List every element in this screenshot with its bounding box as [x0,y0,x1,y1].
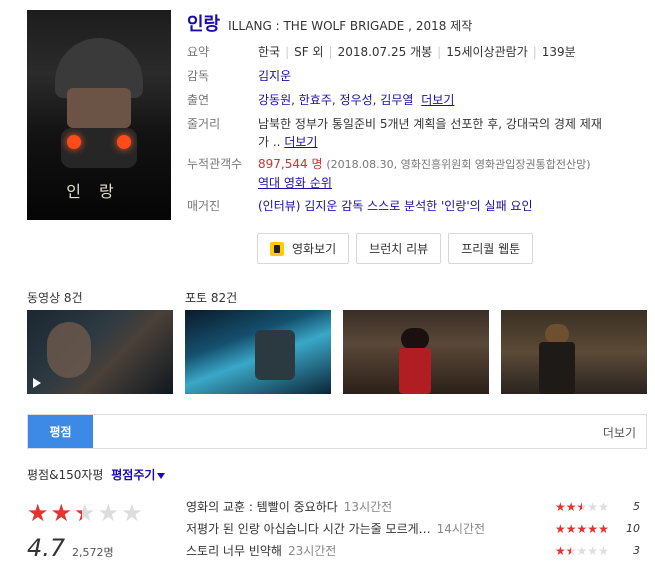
star-icon: ★★ [50,499,73,527]
star-icon: ★★ [576,544,588,558]
overall-stars: ★★★★★★★★★★ [27,501,143,525]
star-icon: ★★ [555,544,566,558]
summary-value: 한국 | SF 외 | 2018.07.25 개봉 | 15세이상관람가 | 139분 [258,45,576,59]
video-thumb-face [47,322,91,378]
write-rating-link[interactable]: 평점주기 [111,468,166,482]
overall-score: 4.7 [27,534,66,562]
photo2-hair [401,328,429,350]
star-icon: ★★ [565,500,577,514]
review-score: 3 [633,544,640,557]
rating-header: 평점&150자평 평점주기 [27,466,166,483]
photo-thumbnail-1[interactable] [185,310,331,394]
tab-rating[interactable]: 평점 [28,415,93,448]
summary-genre: SF 외 [294,45,324,59]
action-buttons: 영화보기 브런치 리뷰 프리퀄 웹툰 [257,233,534,264]
magazine-label: 매거진 [187,199,221,213]
photo2-red-coat [399,348,431,394]
photo3-figure [539,342,575,394]
director-link[interactable]: 김지운 [258,69,291,83]
review-stars: ★★★★★★★★★★ [555,541,609,561]
review-score: 10 [626,522,640,535]
prequel-webtoon-button[interactable]: 프리퀄 웹툰 [448,233,534,264]
star-icon: ★★ [565,522,577,536]
review-text[interactable]: 영화의 교훈 : 템빨이 중요하다 [186,500,338,514]
movie-poster[interactable]: 인랑 [27,10,171,220]
video-thumbnail[interactable] [27,310,173,394]
summary-country: 한국 [258,45,281,59]
photo-section-link[interactable]: 포토 82건 [185,289,237,306]
star-icon: ★★ [598,500,609,514]
audience-value: 897,544 명 [258,157,323,171]
movie-subtitle: ILLANG : THE WOLF BRIGADE , 2018 제작 [228,19,473,33]
review-row[interactable]: 영화의 교훈 : 템빨이 중요하다13시간전★★★★★★★★★★5 [186,497,646,517]
summary-rating: 15세이상관람가 [446,45,528,59]
brunch-review-label: 브런치 리뷰 [369,242,429,256]
poster-eye-left [67,135,81,149]
star-icon: ★★ [587,544,599,558]
review-stars: ★★★★★★★★★★ [555,497,609,517]
video-section-link[interactable]: 동영상 8건 [27,289,83,306]
photo-thumbnail-2[interactable] [343,310,489,394]
review-score: 5 [633,500,640,513]
tab-more-link[interactable]: 더보기 [603,424,636,441]
summary-label: 요약 [187,45,210,59]
plot-more-link[interactable]: 더보기 [284,135,317,149]
director-label: 감독 [187,69,210,83]
star-icon: ★★ [565,544,577,558]
photo3-head [545,324,569,344]
review-stars: ★★★★★★★★★★ [555,519,609,539]
movie-title[interactable]: 인랑 [187,10,220,36]
poster-title: 인랑 [66,182,132,201]
caret-down-icon [157,472,166,479]
rating-tab-bar: 평점 더보기 [27,414,647,449]
review-time: 23시간전 [287,544,337,558]
magazine-link[interactable]: (인터뷰) 김지운 감독 스스로 분석한 '인랑'의 실패 요인 [258,199,533,213]
audience-note: (2018.08.30, 영화진흥위원회 영화관입장권통합전산망) [326,158,591,171]
star-icon: ★★ [598,544,609,558]
star-icon: ★★ [74,499,96,527]
photo-thumbnail-3[interactable] [501,310,647,394]
plot-text-line2: 가 .. [258,135,281,149]
star-icon: ★★ [576,500,588,514]
cast-link-1[interactable]: 강동원 [258,93,291,107]
star-icon: ★★ [598,522,609,536]
photo1-figure [255,330,295,380]
star-icon: ★★ [27,499,49,527]
review-text[interactable]: 저평가 된 인랑 아십습니다 시간 가는줄 모르게… [186,522,431,536]
audience-label: 누적관객수 [187,157,243,171]
cast-link-3[interactable]: 정우성 [340,93,373,107]
cast-more-link[interactable]: 더보기 [421,93,454,107]
review-time: 13시간전 [343,500,393,514]
review-time: 14시간전 [436,522,486,536]
ranking-link[interactable]: 역대 영화 순위 [258,176,332,190]
prequel-webtoon-label: 프리퀄 웹툰 [461,242,521,256]
summary-runtime: 139분 [541,45,576,59]
review-text[interactable]: 스토리 너무 빈약해 [186,544,282,558]
star-icon: ★★ [576,522,588,536]
plot-label: 줄거리 [187,117,221,131]
summary-release: 2018.07.25 개봉 [337,45,433,59]
star-icon: ★★ [555,522,566,536]
rating-count: 2,572명 [72,546,114,559]
star-icon: ★★ [587,522,599,536]
poster-face [67,88,131,128]
cast-link-2[interactable]: 한효주 [299,93,332,107]
title-row: 인랑 ILLANG : THE WOLF BRIGADE , 2018 제작 [187,10,472,36]
star-icon: ★★ [587,500,599,514]
watch-movie-button[interactable]: 영화보기 [257,233,350,264]
plot-text-line1: 남북한 정부가 통일준비 5개년 계획을 선포한 후, 강대국의 경제 제재 [258,117,602,131]
star-icon: ★★ [121,499,143,527]
poster-eye-right [117,135,131,149]
review-row[interactable]: 스토리 너무 빈약해23시간전★★★★★★★★★★3 [186,541,646,561]
review-row[interactable]: 저평가 된 인랑 아십습니다 시간 가는줄 모르게… 14시간전 ★ ★ ★ ★ ★ ★ ★ ★ ★… [186,519,646,539]
cast-link-4[interactable]: 김무열 [380,93,413,107]
watch-movie-label: 영화보기 [292,242,337,256]
star-icon: ★★ [97,499,120,527]
star-icon: ★★ [555,500,566,514]
brunch-review-button[interactable]: 브런치 리뷰 [356,233,442,264]
play-icon [33,378,41,388]
play-store-icon [270,241,284,256]
cast-label: 출연 [187,93,210,107]
rating-header-label: 평점&150자평 [27,468,104,482]
